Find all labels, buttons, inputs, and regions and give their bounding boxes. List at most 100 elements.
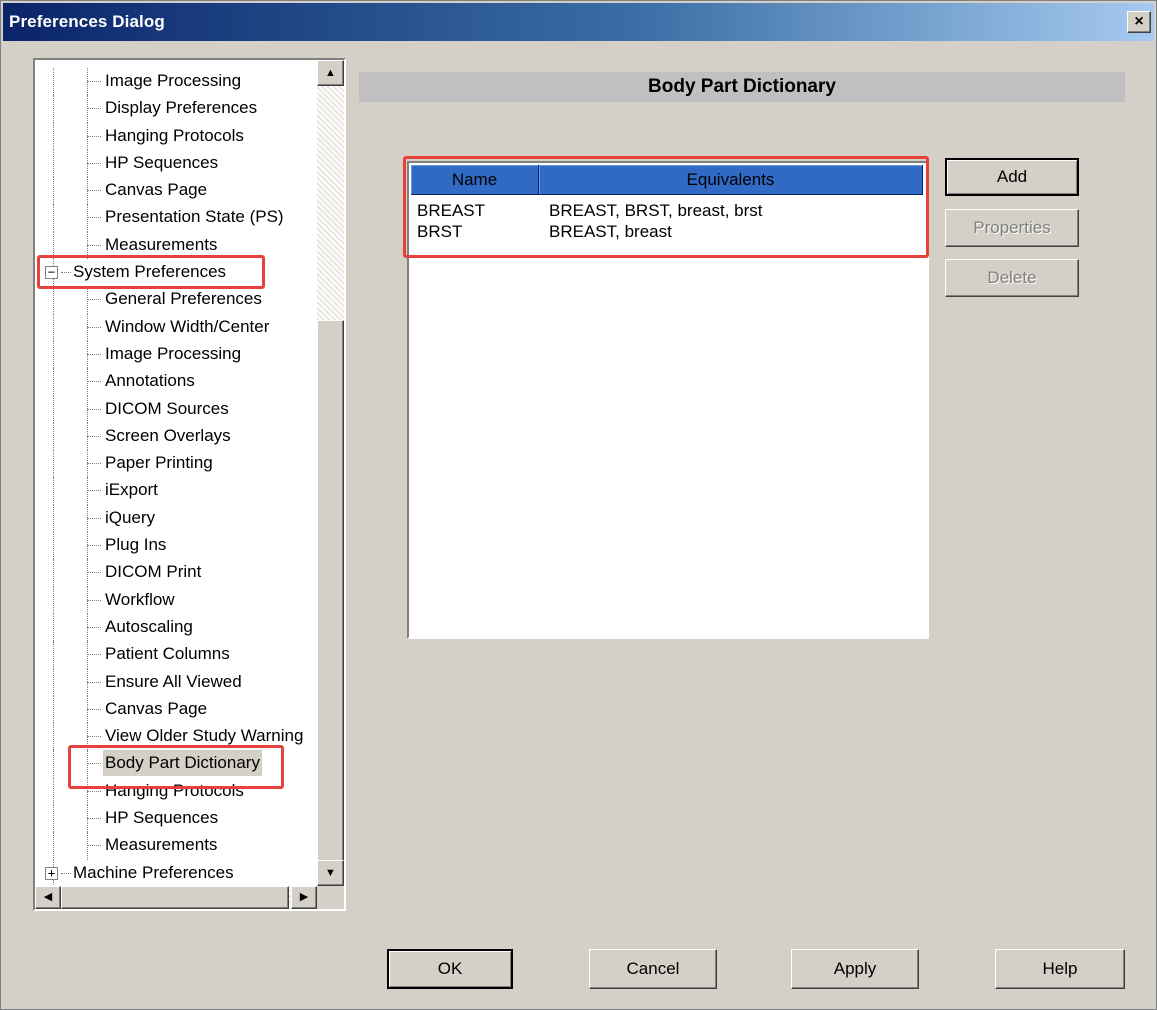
tree-item-label: Hanging Protocols bbox=[105, 780, 244, 800]
tree-connector-line bbox=[87, 545, 101, 547]
tree-item[interactable]: iQuery bbox=[35, 504, 317, 533]
tree-group[interactable]: − System Preferences bbox=[35, 259, 317, 287]
table-row[interactable]: BRST BREAST, breast bbox=[411, 222, 923, 242]
ok-button[interactable]: OK bbox=[387, 949, 513, 989]
tree-item[interactable]: Display Preferences bbox=[35, 95, 317, 123]
window-title: Preferences Dialog bbox=[9, 12, 165, 31]
tree-connector-line bbox=[53, 723, 54, 751]
tree-group[interactable]: + Machine Preferences bbox=[35, 859, 317, 887]
tree-item[interactable]: Annotations bbox=[35, 368, 317, 396]
tree-connector-line bbox=[87, 435, 101, 437]
cancel-button[interactable]: Cancel bbox=[589, 949, 717, 989]
tree-item-label: Ensure All Viewed bbox=[105, 671, 242, 691]
tree-connector-line bbox=[87, 353, 101, 355]
tree-item[interactable]: Presentation State (PS) bbox=[35, 204, 317, 232]
body-part-list[interactable]: Name Equivalents BREAST BREAST, BRST, br… bbox=[407, 161, 929, 639]
tree-item[interactable]: View Older Study Warning bbox=[35, 723, 317, 751]
tree-item[interactable]: Hanging Protocols bbox=[35, 122, 317, 150]
tree-connector-line bbox=[53, 477, 54, 505]
properties-button[interactable]: Properties bbox=[945, 209, 1079, 247]
scroll-right-button[interactable]: ▶ bbox=[291, 886, 317, 909]
scroll-down-button[interactable]: ▼ bbox=[317, 860, 344, 886]
tree-connector-line bbox=[87, 708, 101, 710]
help-button[interactable]: Help bbox=[995, 949, 1125, 989]
tree-item-label: iExport bbox=[105, 480, 158, 500]
apply-button[interactable]: Apply bbox=[791, 949, 919, 989]
table-row[interactable]: BREAST BREAST, BRST, breast, brst bbox=[411, 201, 923, 221]
tree-item[interactable]: Autoscaling bbox=[35, 613, 317, 642]
tree-item[interactable]: HP Sequences bbox=[35, 805, 317, 833]
tree-connector-line bbox=[53, 777, 54, 806]
column-header-equivalents[interactable]: Equivalents bbox=[539, 165, 923, 195]
tree-connector-line bbox=[53, 368, 54, 396]
tree-connector-line bbox=[87, 381, 101, 383]
tree-item-label: Autoscaling bbox=[105, 616, 193, 636]
tree-connector-line bbox=[87, 763, 101, 765]
tree-item[interactable]: Image Processing bbox=[35, 340, 317, 369]
tree-item[interactable]: Workflow bbox=[35, 586, 317, 614]
tree-connector-line bbox=[87, 162, 101, 164]
expand-icon[interactable]: + bbox=[45, 866, 58, 880]
tree-connector-line bbox=[87, 408, 101, 410]
scrollbar-corner bbox=[317, 886, 344, 909]
tree-horizontal-scrollbar[interactable]: ◀ ▶ bbox=[35, 886, 317, 909]
tree-item[interactable]: HP Sequences bbox=[35, 149, 317, 178]
tree-connector-line bbox=[53, 68, 54, 96]
tree-connector-line bbox=[53, 805, 54, 833]
tree-item[interactable]: Canvas Page bbox=[35, 177, 317, 205]
tree-item[interactable]: DICOM Print bbox=[35, 559, 317, 587]
tree-connector-line bbox=[87, 190, 101, 192]
tree-vertical-scrollbar[interactable]: ▲ ▼ bbox=[317, 60, 344, 886]
tree-item[interactable]: iExport bbox=[35, 477, 317, 505]
tree-item-label: Window Width/Center bbox=[105, 316, 270, 336]
tree-connector-line bbox=[53, 586, 54, 614]
row-equivalents-cell: BREAST, breast bbox=[549, 222, 672, 241]
tree-item-label: Canvas Page bbox=[105, 698, 208, 718]
tree-item-label: Paper Printing bbox=[105, 453, 213, 473]
tree-item[interactable]: Window Width/Center bbox=[35, 313, 317, 341]
tree-item[interactable]: Patient Columns bbox=[35, 641, 317, 669]
horizontal-scroll-thumb[interactable] bbox=[61, 886, 289, 909]
tree-connector-line bbox=[53, 450, 54, 478]
tree-item-label: Patient Columns bbox=[105, 644, 230, 664]
delete-button[interactable]: Delete bbox=[945, 259, 1079, 297]
scroll-left-button[interactable]: ◀ bbox=[35, 886, 61, 909]
tree-item-label: System Preferences bbox=[73, 262, 227, 282]
vertical-scroll-thumb[interactable] bbox=[317, 320, 344, 880]
tree-item-label: Hanging Protocols bbox=[105, 125, 244, 145]
tree-item[interactable]: DICOM Sources bbox=[35, 395, 317, 423]
tree-connector-line bbox=[87, 217, 101, 219]
tree-connector-line bbox=[87, 736, 101, 738]
tree-item[interactable]: Hanging Protocols bbox=[35, 777, 317, 806]
tree-item[interactable]: Image Processing bbox=[35, 68, 317, 96]
tree-item[interactable]: Canvas Page bbox=[35, 695, 317, 724]
tree-item-label: Presentation State (PS) bbox=[105, 207, 284, 227]
tree-connector-line bbox=[53, 613, 54, 642]
tree-connector-line bbox=[53, 122, 54, 150]
tree-item[interactable]: Paper Printing bbox=[35, 450, 317, 478]
tree-item[interactable]: General Preferences bbox=[35, 286, 317, 314]
tree-item[interactable]: Plug Ins bbox=[35, 532, 317, 560]
preferences-dialog: Preferences Dialog × Image Processing Dis… bbox=[0, 0, 1157, 1010]
tree-connector-line bbox=[53, 668, 54, 696]
tree-item[interactable]: Screen Overlays bbox=[35, 422, 317, 451]
tree-item[interactable]: Body Part Dictionary bbox=[35, 750, 317, 778]
tree-item[interactable]: Ensure All Viewed bbox=[35, 668, 317, 696]
close-button[interactable]: × bbox=[1127, 11, 1151, 33]
tree-item-label: HP Sequences bbox=[105, 152, 219, 172]
scroll-up-button[interactable]: ▲ bbox=[317, 60, 344, 86]
title-bar[interactable]: Preferences Dialog × bbox=[3, 3, 1154, 41]
tree-item[interactable]: Measurements bbox=[35, 832, 317, 860]
column-header-name[interactable]: Name bbox=[411, 165, 539, 195]
tree-connector-line bbox=[53, 95, 54, 123]
section-title: Body Part Dictionary bbox=[359, 72, 1125, 102]
preferences-tree[interactable]: Image Processing Display Preferences Hangi… bbox=[33, 58, 346, 911]
tree-connector-line bbox=[53, 340, 54, 369]
tree-connector-line bbox=[87, 818, 101, 820]
tree-connector-line bbox=[87, 299, 101, 301]
tree-item-label: Body Part Dictionary bbox=[103, 750, 262, 777]
collapse-icon[interactable]: − bbox=[45, 266, 58, 280]
tree-item[interactable]: Measurements bbox=[35, 231, 317, 260]
tree-connector-line bbox=[53, 532, 54, 560]
add-button[interactable]: Add bbox=[945, 158, 1079, 196]
